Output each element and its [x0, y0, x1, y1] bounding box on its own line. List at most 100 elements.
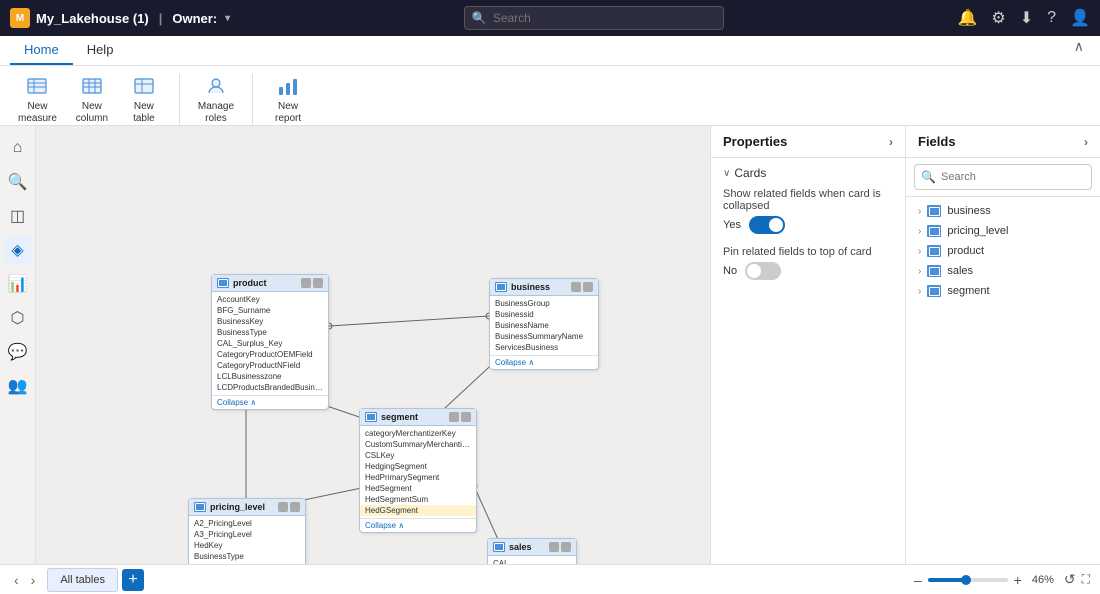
help-icon[interactable]: ?: [1047, 9, 1056, 27]
segment-expand-btn[interactable]: [461, 412, 471, 422]
topbar-icons: 🔔 ⚙ ⬇ ? 👤: [958, 8, 1091, 28]
table-card-pricing-header: pricing_level: [189, 499, 305, 516]
field-item-product[interactable]: › product: [906, 241, 1100, 261]
properties-panel-header: Properties ›: [711, 126, 905, 158]
new-table-button[interactable]: Newtable: [119, 70, 169, 129]
pin-related-label: Pin related fields to top of card: [723, 246, 893, 258]
show-related-row: Show related fields when card is collaps…: [723, 188, 893, 234]
download-icon[interactable]: ⬇: [1020, 8, 1033, 28]
table-icon-segment: [365, 412, 377, 422]
sidebar-icon-chat[interactable]: 💬: [4, 338, 32, 366]
new-measure-label: Newmeasure: [18, 101, 57, 125]
table-card-segment[interactable]: segment categoryMerchantizerKey CustomSu…: [359, 408, 477, 533]
zoom-minus-btn[interactable]: –: [914, 572, 922, 588]
sidebar-icon-model[interactable]: ◈: [4, 236, 32, 264]
field-item-pricing-level[interactable]: › pricing_level: [906, 221, 1100, 241]
show-related-toggle-row: Yes: [723, 216, 893, 234]
sidebar-icon-users[interactable]: 👥: [4, 372, 32, 400]
table-icon-business: [495, 282, 507, 292]
sales-minimize-btn[interactable]: [549, 542, 559, 552]
field-item-sales[interactable]: › sales: [906, 261, 1100, 281]
segment-field-0: categoryMerchantizerKey: [360, 428, 476, 439]
pricing-minimize-btn[interactable]: [278, 502, 288, 512]
show-related-toggle[interactable]: [749, 216, 785, 234]
product-expand-btn[interactable]: [313, 278, 323, 288]
field-table-icon-product: [927, 245, 941, 257]
new-measure-button[interactable]: Newmeasure: [10, 70, 65, 129]
pin-related-value: No: [723, 265, 737, 277]
ribbon-collapse-btn[interactable]: ∧: [1068, 36, 1090, 57]
properties-expand-icon[interactable]: ›: [889, 135, 893, 149]
table-card-product[interactable]: product AccountKey BFG_Surname BusinessK…: [211, 274, 329, 410]
business-collapse-btn[interactable]: Collapse ∧: [490, 355, 598, 369]
product-minimize-btn[interactable]: [301, 278, 311, 288]
fields-expand-icon[interactable]: ›: [1084, 135, 1088, 149]
sidebar-icon-report[interactable]: 📊: [4, 270, 32, 298]
tab-all-tables[interactable]: All tables: [47, 568, 118, 592]
zoom-slider-thumb[interactable]: [961, 575, 971, 585]
sidebar-icon-home[interactable]: ⌂: [4, 134, 32, 162]
zoom-reset-btn[interactable]: ↺: [1064, 571, 1076, 588]
nav-prev-btn[interactable]: ‹: [10, 572, 23, 588]
canvas-area[interactable]: product AccountKey BFG_Surname BusinessK…: [36, 126, 710, 564]
show-related-label: Show related fields when card is collaps…: [723, 188, 893, 212]
pin-related-toggle[interactable]: [745, 262, 781, 280]
field-expand-sales: ›: [918, 266, 921, 277]
settings-icon[interactable]: ⚙: [991, 8, 1005, 28]
segment-field-1: CustomSummaryMerchantizerKey: [360, 439, 476, 450]
notification-icon[interactable]: 🔔: [958, 8, 978, 28]
show-related-value: Yes: [723, 219, 741, 231]
table-name-sales: sales: [509, 542, 532, 552]
search-input[interactable]: [464, 6, 724, 30]
table-card-segment-body: categoryMerchantizerKey CustomSummaryMer…: [360, 426, 476, 518]
user-icon[interactable]: 👤: [1070, 8, 1090, 28]
business-minimize-btn[interactable]: [571, 282, 581, 292]
topbar: M My_Lakehouse (1) | Owner: ▾ 🔍 🔔 ⚙ ⬇ ? …: [0, 0, 1100, 36]
table-card-sales[interactable]: sales CAL PRICE price Table tone Collaps…: [487, 538, 577, 564]
segment-collapse-btn[interactable]: Collapse ∧: [360, 518, 476, 532]
properties-panel: Properties › ∨ Cards Show related fields…: [710, 126, 905, 564]
field-table-icon-segment: [927, 285, 941, 297]
tab-home[interactable]: Home: [10, 36, 73, 65]
new-column-button[interactable]: Newcolumn: [67, 70, 117, 129]
product-field-2: BusinessKey: [212, 316, 328, 327]
business-field-4: ServicesBusiness: [490, 342, 598, 353]
pricing-expand-btn[interactable]: [290, 502, 300, 512]
tab-add-button[interactable]: +: [122, 569, 144, 591]
nav-next-btn[interactable]: ›: [27, 572, 40, 588]
segment-minimize-btn[interactable]: [449, 412, 459, 422]
product-field-8: LCDProductsBrandedBusiness: [212, 382, 328, 393]
pin-related-toggle-knob: [747, 264, 761, 278]
manage-roles-button[interactable]: Manageroles: [190, 70, 242, 129]
sidebar-icon-search[interactable]: 🔍: [4, 168, 32, 196]
zoom-slider[interactable]: [928, 578, 1008, 582]
product-field-1: BFG_Surname: [212, 305, 328, 316]
right-panels: Properties › ∨ Cards Show related fields…: [710, 126, 1100, 564]
pricing-field-1: A3_PricingLevel: [189, 529, 305, 540]
table-name-product: product: [233, 278, 267, 288]
segment-field-6: HedSegmentSum: [360, 494, 476, 505]
sidebar-icon-dag[interactable]: ⬡: [4, 304, 32, 332]
zoom-fit-btn[interactable]: ⛶: [1082, 572, 1090, 587]
table-card-business[interactable]: business BusinessGroup Businessid Busine…: [489, 278, 599, 370]
field-item-business[interactable]: › business: [906, 201, 1100, 221]
field-item-segment[interactable]: › segment: [906, 281, 1100, 301]
sidebar-icon-data[interactable]: ◫: [4, 202, 32, 230]
segment-field-5: HedSegment: [360, 483, 476, 494]
field-expand-pricing: ›: [918, 226, 921, 237]
product-collapse-btn[interactable]: Collapse ∧: [212, 395, 328, 409]
tab-help[interactable]: Help: [73, 36, 128, 65]
segment-field-4: HedPrimarySegment: [360, 472, 476, 483]
new-report-button[interactable]: Newreport: [263, 70, 313, 129]
sales-expand-btn[interactable]: [561, 542, 571, 552]
pin-related-row: Pin related fields to top of card No: [723, 246, 893, 280]
table-card-pricing-level[interactable]: pricing_level A2_PricingLevel A3_Pricing…: [188, 498, 306, 564]
business-expand-btn[interactable]: [583, 282, 593, 292]
ribbon-buttons-calc: Newmeasure Newcolumn: [10, 70, 169, 129]
table-name-segment: segment: [381, 412, 418, 422]
cards-section-label: Cards: [734, 166, 766, 180]
zoom-plus-btn[interactable]: +: [1014, 572, 1022, 588]
fields-search-input[interactable]: [914, 164, 1092, 190]
main-area: ⌂ 🔍 ◫ ◈ 📊 ⬡ 💬 👥: [0, 126, 1100, 564]
owner-dropdown-icon[interactable]: ▾: [225, 13, 230, 24]
